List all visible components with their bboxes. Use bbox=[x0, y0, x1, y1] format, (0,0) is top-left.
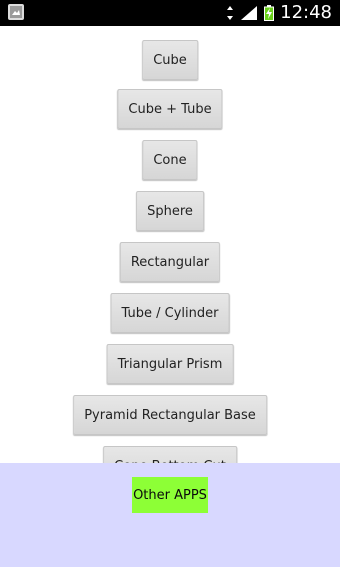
rectangular-button[interactable]: Rectangular bbox=[119, 242, 221, 282]
other-apps-panel: Other APPS bbox=[0, 463, 340, 567]
cube-tube-button[interactable]: Cube + Tube bbox=[117, 89, 223, 129]
main-content: Cube Cube + Tube Cone Sphere Rectangular… bbox=[0, 26, 340, 567]
signal-icon bbox=[241, 6, 258, 20]
status-time: 12:48 bbox=[280, 2, 332, 23]
tube-cylinder-button[interactable]: Tube / Cylinder bbox=[110, 293, 230, 333]
triangular-prism-button[interactable]: Triangular Prism bbox=[106, 344, 234, 384]
status-bar: 12:48 bbox=[0, 0, 340, 26]
data-arrows-icon bbox=[227, 6, 234, 20]
battery-charging-icon bbox=[264, 5, 275, 21]
status-right: 12:48 bbox=[226, 2, 332, 24]
cone-button[interactable]: Cone bbox=[142, 140, 198, 180]
other-apps-button[interactable]: Other APPS bbox=[132, 477, 208, 513]
screenshot-icon bbox=[8, 4, 24, 20]
cube-button[interactable]: Cube bbox=[142, 40, 198, 80]
sphere-button[interactable]: Sphere bbox=[136, 191, 204, 231]
pyramid-rectangular-base-button[interactable]: Pyramid Rectangular Base bbox=[73, 395, 267, 435]
